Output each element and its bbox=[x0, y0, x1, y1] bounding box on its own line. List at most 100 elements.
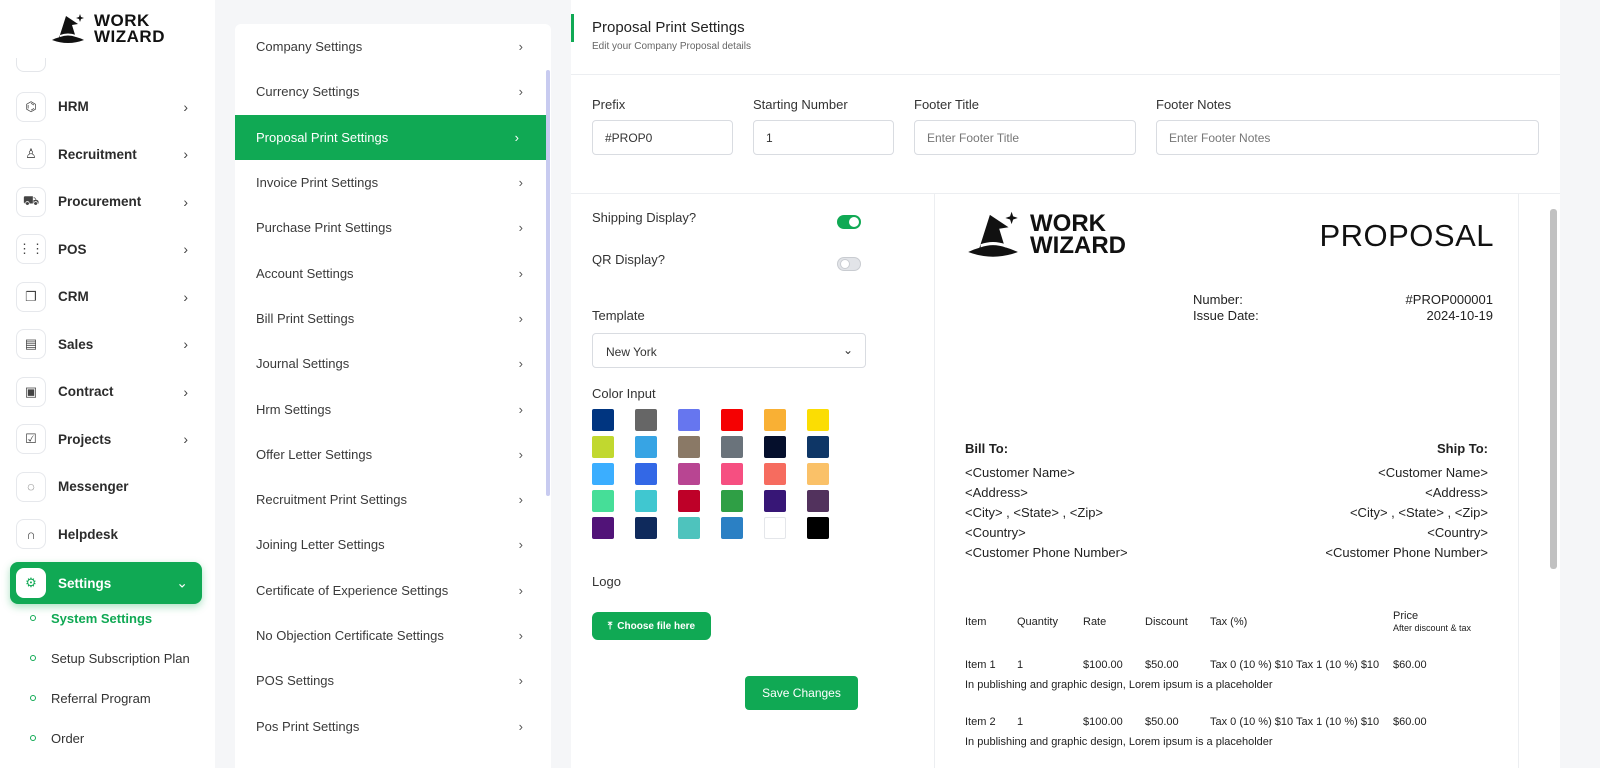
color-swatch-1[interactable] bbox=[592, 409, 614, 431]
brand-line-2: WIZARD bbox=[94, 27, 165, 46]
color-swatch-20[interactable] bbox=[635, 490, 657, 512]
submenu-item-system-settings[interactable]: System Settings bbox=[30, 598, 210, 638]
color-swatch-23[interactable] bbox=[764, 490, 786, 512]
prefix-label: Prefix bbox=[592, 97, 626, 112]
color-swatch-29[interactable] bbox=[764, 517, 786, 539]
menu-item-bill-print-settings[interactable]: Bill Print Settings › bbox=[235, 296, 551, 341]
color-swatch-4[interactable] bbox=[721, 409, 743, 431]
menu-item-joining-letter-settings[interactable]: Joining Letter Settings › bbox=[235, 522, 551, 567]
chevron-right-icon: › bbox=[183, 431, 188, 448]
preview-scrollbar[interactable] bbox=[1550, 209, 1557, 569]
nav-label: Sales bbox=[58, 336, 94, 352]
menu-item-hrm-settings[interactable]: Hrm Settings › bbox=[235, 386, 551, 431]
chevron-down-icon: ⌄ bbox=[176, 574, 188, 591]
color-swatch-10[interactable] bbox=[721, 436, 743, 458]
color-swatch-18[interactable] bbox=[807, 463, 829, 485]
nav-item-crm[interactable]: ❐ CRM › bbox=[10, 273, 202, 321]
page-subtitle: Edit your Company Proposal details bbox=[592, 41, 751, 52]
color-swatch-22[interactable] bbox=[721, 490, 743, 512]
footer-notes-input[interactable] bbox=[1156, 120, 1539, 155]
brand-logo[interactable]: WORK WIZARD bbox=[48, 12, 165, 46]
qr-display-toggle[interactable] bbox=[837, 257, 861, 271]
menu-item-currency-settings[interactable]: Currency Settings › bbox=[235, 69, 551, 114]
check-square-icon: ☑ bbox=[16, 424, 46, 455]
nav-item-partial[interactable] bbox=[16, 58, 46, 72]
color-swatch-7[interactable] bbox=[592, 436, 614, 458]
template-select[interactable]: New York ⌄ bbox=[592, 333, 866, 368]
nav-label: Projects bbox=[58, 431, 112, 447]
nav-item-projects[interactable]: ☑ Projects › bbox=[10, 416, 202, 464]
color-swatch-9[interactable] bbox=[678, 436, 700, 458]
nav-item-hrm[interactable]: ⌬ HRM › bbox=[10, 83, 202, 131]
menu-item-company-settings[interactable]: Company Settings › bbox=[235, 24, 551, 69]
color-swatch-16[interactable] bbox=[721, 463, 743, 485]
color-swatch-12[interactable] bbox=[807, 436, 829, 458]
cell-item: Item 2 bbox=[965, 716, 996, 728]
color-swatch-17[interactable] bbox=[764, 463, 786, 485]
choose-file-button[interactable]: ⤒ Choose file here bbox=[592, 612, 711, 640]
nav-item-helpdesk[interactable]: ∩ Helpdesk bbox=[10, 511, 202, 559]
menu-label: Journal Settings bbox=[256, 356, 350, 372]
chevron-right-icon: › bbox=[518, 265, 523, 281]
menu-item-account-settings[interactable]: Account Settings › bbox=[235, 250, 551, 295]
menu-label: POS Settings bbox=[256, 673, 335, 689]
menu-item-recruitment-print-settings[interactable]: Recruitment Print Settings › bbox=[235, 477, 551, 522]
upload-icon: ⤒ bbox=[607, 620, 613, 632]
menu-label: Hrm Settings bbox=[256, 401, 332, 417]
color-swatch-24[interactable] bbox=[807, 490, 829, 512]
color-swatch-21[interactable] bbox=[678, 490, 700, 512]
color-swatch-6[interactable] bbox=[807, 409, 829, 431]
menu-item-pos-settings[interactable]: POS Settings › bbox=[235, 658, 551, 703]
menu-item-proposal-print-settings[interactable]: Proposal Print Settings › bbox=[235, 114, 547, 160]
layers-icon: ❐ bbox=[16, 281, 46, 312]
color-swatch-27[interactable] bbox=[678, 517, 700, 539]
menu-item-purchase-print-settings[interactable]: Purchase Print Settings › bbox=[235, 205, 551, 250]
prefix-input[interactable] bbox=[592, 120, 733, 155]
color-swatch-30[interactable] bbox=[807, 517, 829, 539]
submenu-item-subscription-plan[interactable]: Setup Subscription Plan bbox=[30, 638, 210, 678]
nav-item-sales[interactable]: ▤ Sales › bbox=[10, 321, 202, 369]
menu-item-certificate-of-experience-settings[interactable]: Certificate of Experience Settings › bbox=[235, 568, 551, 613]
submenu-item-order[interactable]: Order bbox=[30, 718, 210, 758]
starting-number-input[interactable] bbox=[753, 120, 894, 155]
cell-discount: $50.00 bbox=[1145, 659, 1179, 671]
submenu-label: System Settings bbox=[51, 610, 153, 626]
color-swatch-3[interactable] bbox=[678, 409, 700, 431]
shipping-display-toggle[interactable] bbox=[837, 215, 861, 229]
color-swatch-25[interactable] bbox=[592, 517, 614, 539]
hrm-icon: ⌬ bbox=[16, 91, 46, 122]
color-swatch-8[interactable] bbox=[635, 436, 657, 458]
color-swatch-11[interactable] bbox=[764, 436, 786, 458]
nav-item-messenger[interactable]: ◌ Messenger bbox=[10, 463, 202, 511]
color-swatch-5[interactable] bbox=[764, 409, 786, 431]
nav-item-contract[interactable]: ▣ Contract › bbox=[10, 368, 202, 416]
footer-title-input[interactable] bbox=[914, 120, 1136, 155]
color-swatch-15[interactable] bbox=[678, 463, 700, 485]
menu-item-noc-settings[interactable]: No Objection Certificate Settings › bbox=[235, 613, 551, 658]
menu-item-invoice-print-settings[interactable]: Invoice Print Settings › bbox=[235, 160, 551, 205]
nav-item-pos[interactable]: ⋮⋮ POS › bbox=[10, 226, 202, 274]
col-price-note: After discount & tax bbox=[1393, 623, 1472, 633]
color-swatch-19[interactable] bbox=[592, 490, 614, 512]
ship-line: <Customer Name> bbox=[1378, 465, 1488, 480]
logo-label: Logo bbox=[592, 574, 621, 589]
menu-scrollbar[interactable] bbox=[546, 70, 550, 496]
menu-item-offer-letter-settings[interactable]: Offer Letter Settings › bbox=[235, 432, 551, 477]
color-swatch-14[interactable] bbox=[635, 463, 657, 485]
ship-line: <City> , <State> , <Zip> bbox=[1349, 505, 1488, 520]
submenu-item-referral-program[interactable]: Referral Program bbox=[30, 678, 210, 718]
chevron-right-icon: › bbox=[518, 220, 523, 236]
color-swatch-13[interactable] bbox=[592, 463, 614, 485]
menu-item-pos-print-settings[interactable]: Pos Print Settings › bbox=[235, 703, 551, 748]
nav-item-recruitment[interactable]: ♙ Recruitment › bbox=[10, 131, 202, 179]
menu-item-journal-settings[interactable]: Journal Settings › bbox=[235, 341, 551, 386]
nav-item-procurement[interactable]: ⛟ Procurement › bbox=[10, 178, 202, 226]
nav-label: CRM bbox=[58, 289, 89, 305]
color-swatch-28[interactable] bbox=[721, 517, 743, 539]
bill-to-heading: Bill To: bbox=[965, 441, 1009, 456]
color-swatch-2[interactable] bbox=[635, 409, 657, 431]
save-changes-button[interactable]: Save Changes bbox=[745, 676, 858, 710]
table-row: Item 1 1 $100.00 $50.00 Tax 0 (10 %) $10… bbox=[965, 659, 1493, 679]
toggle-knob bbox=[840, 259, 850, 269]
color-swatch-26[interactable] bbox=[635, 517, 657, 539]
